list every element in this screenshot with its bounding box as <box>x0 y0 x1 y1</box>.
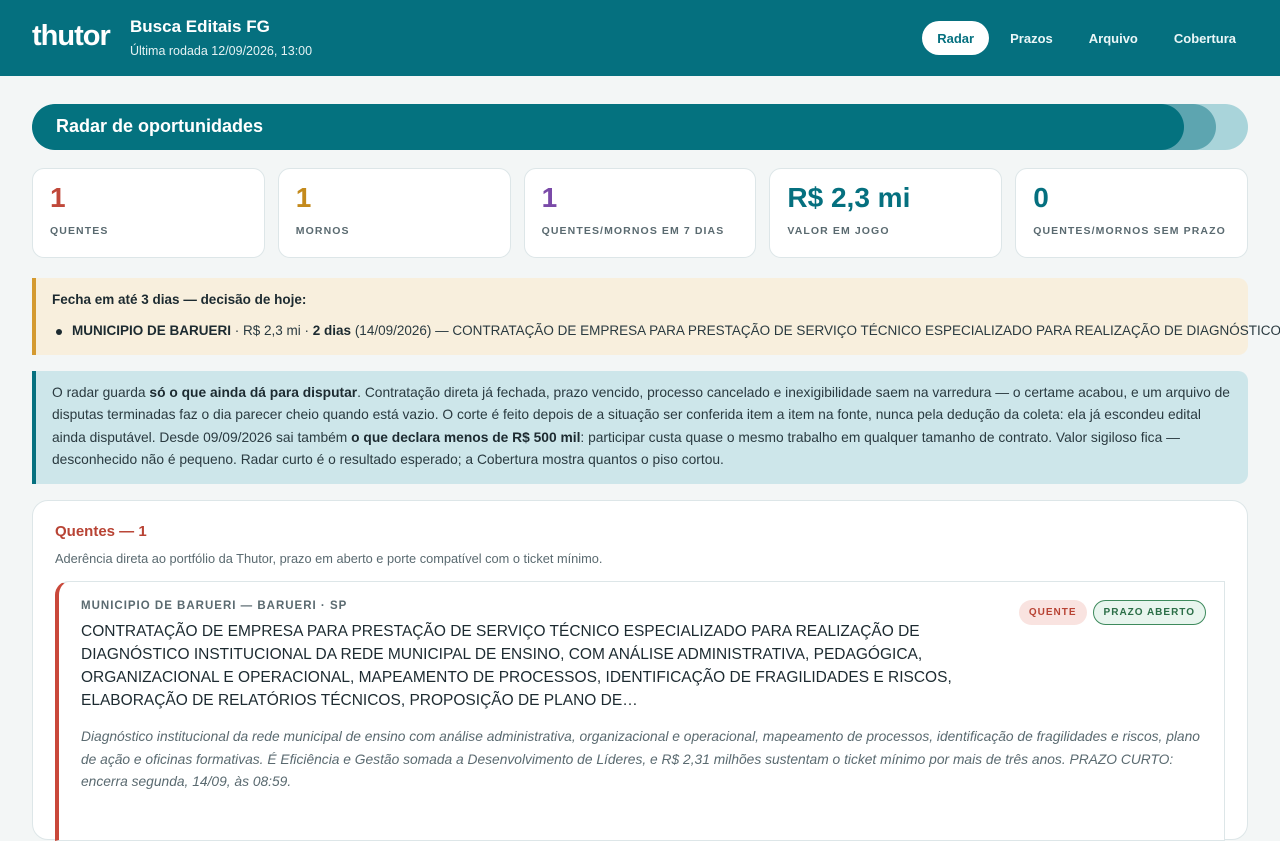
card-badges: Quente Prazo aberto <box>1018 600 1206 625</box>
info-note: O radar guarda só o que ainda dá para di… <box>32 371 1248 484</box>
app-title: Busca Editais FG <box>130 17 270 36</box>
stat-label: Quentes/mornos sem prazo <box>1033 225 1226 237</box>
stat-card-valor: R$ 2,3 mi Valor em jogo <box>769 168 1003 258</box>
thutor-logo[interactable]: thutor <box>32 20 111 53</box>
alert-description: (14/09/2026) — CONTRATAÇÃO DE EMPRESA PA… <box>351 323 1280 338</box>
opportunity-card[interactable]: MUNICIPIO DE BARUERI — BARUERI · SP Quen… <box>55 581 1225 841</box>
section-subtitle: Aderência direta ao portfólio da Thutor,… <box>55 551 603 566</box>
stat-card-sem-prazo: 0 Quentes/mornos sem prazo <box>1015 168 1248 258</box>
badge-prazo-aberto: Prazo aberto <box>1092 600 1206 625</box>
stat-value: 0 <box>1033 182 1049 213</box>
stat-card-quentes: 1 Quentes <box>32 168 265 258</box>
card-description: Diagnóstico institucional da rede munici… <box>81 729 1200 790</box>
stat-card-mornos: 1 Mornos <box>277 168 511 258</box>
stat-label: Mornos <box>295 225 350 237</box>
card-agency: MUNICIPIO DE BARUERI — BARUERI · SP <box>81 600 348 612</box>
nav-arquivo[interactable]: Arquivo <box>1074 21 1153 55</box>
alert-org: MUNICIPIO DE BARUERI <box>72 323 232 338</box>
alert-value: · R$ 2,3 mi · <box>231 323 313 338</box>
info-emphasis: só o que ainda dá para disputar <box>149 385 358 400</box>
radar-banner: Radar de oportunidades <box>32 104 1248 150</box>
nav-radar[interactable]: Radar <box>922 21 990 55</box>
stat-value: 1 <box>295 182 312 213</box>
nav-cobertura[interactable]: Cobertura <box>1159 21 1251 55</box>
stat-label: Quentes <box>50 225 109 237</box>
stat-value: 1 <box>541 182 558 213</box>
nav-prazos[interactable]: Prazos <box>995 21 1068 55</box>
alert-item: MUNICIPIO DE BARUERI · R$ 2,3 mi · 2 dia… <box>55 323 1280 338</box>
stat-label: Quentes/mornos em 7 dias <box>541 225 725 237</box>
stat-card-7-dias: 1 Quentes/mornos em 7 dias <box>523 168 757 258</box>
top-bar: thutor Busca Editais FG Última rodada 12… <box>0 0 1280 76</box>
main-nav: Radar Prazos Arquivo Cobertura <box>922 21 1251 55</box>
deadline-alert: Fecha em até 3 dias — decisão de hoje: M… <box>32 278 1280 355</box>
card-title[interactable]: CONTRATAÇÃO DE EMPRESA PARA PRESTAÇÃO DE… <box>81 620 1031 712</box>
stats-row: 1 Quentes 1 Mornos 1 Quentes/mornos em 7… <box>32 168 1248 258</box>
stat-value: 1 <box>50 182 66 213</box>
radar-title: Radar de oportunidades <box>56 116 264 136</box>
alert-days: 2 dias <box>312 323 352 338</box>
info-emphasis: o que declara menos de R$ 500 mil <box>351 429 581 445</box>
section-title: Quentes — 1 <box>55 523 147 540</box>
stat-label: Valor em jogo <box>787 225 890 237</box>
alert-title: Fecha em até 3 dias — decisão de hoje: <box>52 292 307 307</box>
last-run-timestamp: Última rodada 12/09/2026, 13:00 <box>130 44 313 58</box>
info-text: O radar guarda <box>52 385 150 400</box>
hot-section: Quentes — 1 Aderência direta ao portfóli… <box>32 500 1248 841</box>
stat-value: R$ 2,3 mi <box>787 182 911 213</box>
